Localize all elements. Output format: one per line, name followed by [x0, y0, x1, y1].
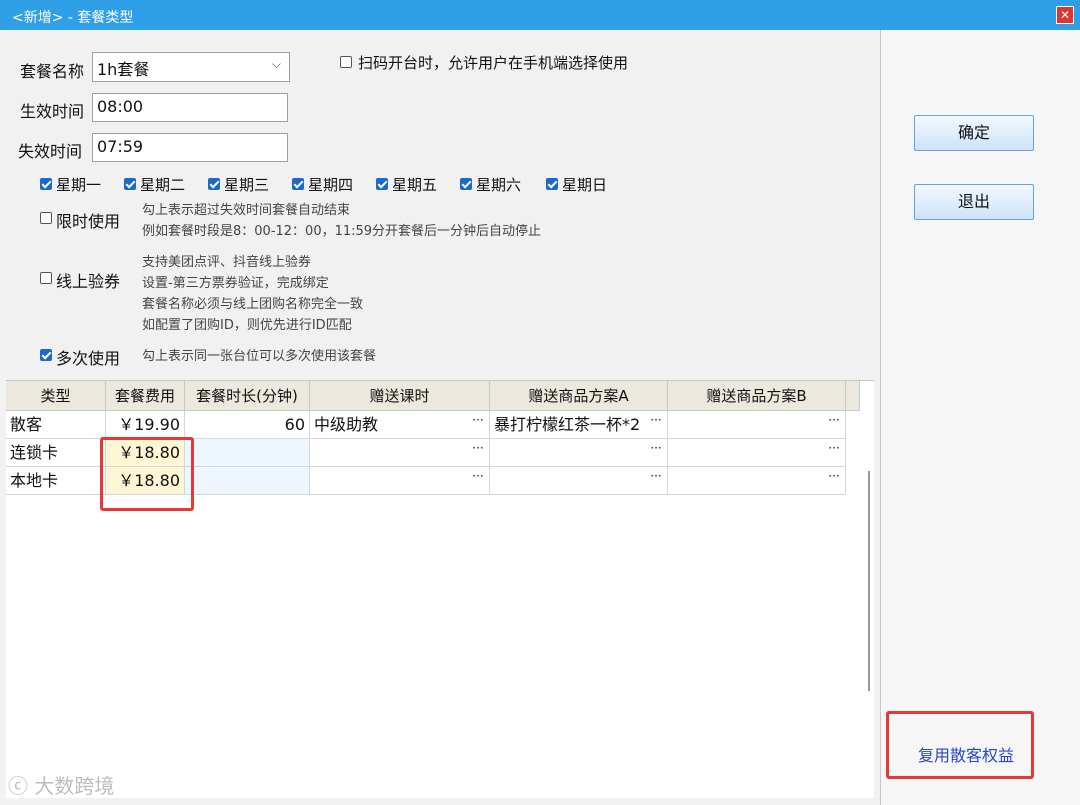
cell-type[interactable]: 散客	[6, 411, 106, 439]
weekday-label-sun: 星期日	[562, 176, 608, 194]
scan-option-checkbox[interactable]	[340, 56, 352, 68]
end-time-label: 失效时间	[18, 142, 83, 161]
limit-use-label: 限时使用	[56, 212, 121, 231]
watermark-logo-icon: ⓒ	[8, 774, 28, 798]
online-note-line: 支持美团点评、抖音线上验券	[142, 255, 312, 270]
start-time-label: 生效时间	[20, 102, 85, 121]
reuse-walkin-benefits-link[interactable]: 复用散客权益	[918, 742, 1014, 766]
ellipsis-button[interactable]: ···	[469, 442, 487, 457]
cell-goods-a[interactable]: ···	[490, 439, 668, 467]
limit-use-checkbox[interactable]	[40, 212, 52, 224]
chevron-down-icon: ⌵	[271, 57, 281, 71]
cell-duration[interactable]	[185, 467, 310, 495]
watermark-text: 大数跨境	[34, 774, 115, 798]
cell-type[interactable]: 连锁卡	[6, 439, 106, 467]
fee-highlight-box	[100, 437, 194, 511]
weekday-checkbox-mon[interactable]	[40, 178, 52, 190]
cell-duration[interactable]: 60	[185, 411, 310, 439]
ellipsis-button[interactable]: ···	[469, 414, 487, 429]
ellipsis-button[interactable]: ···	[825, 414, 843, 429]
weekday-checkbox-tue[interactable]	[124, 178, 136, 190]
close-button[interactable]: ✕	[1056, 6, 1074, 24]
ellipsis-button[interactable]: ···	[647, 414, 665, 429]
online-coupon-checkbox[interactable]	[40, 272, 52, 284]
weekday-label-wed: 星期三	[224, 176, 270, 194]
package-price-table: 类型 套餐费用 套餐时长(分钟) 赠送课时 赠送商品方案A 赠送商品方案B 散客…	[6, 380, 874, 798]
cell-lesson[interactable]: ···	[310, 439, 490, 467]
online-note-line: 设置-第三方票券验证，完成绑定	[142, 276, 329, 291]
limit-note-line: 例如套餐时段是8：00-12：00，11:59分开套餐后一分钟后自动停止	[142, 224, 542, 239]
cell-goods-b[interactable]: ···	[668, 467, 846, 495]
cell-goods-a-value: 暴打柠檬红茶一杯*2	[494, 415, 641, 434]
scan-option-label: 扫码开台时，允许用户在手机端选择使用	[358, 54, 629, 72]
vertical-scrollbar[interactable]	[868, 471, 870, 691]
cell-goods-a[interactable]: ···	[490, 467, 668, 495]
start-time-input[interactable]: 08:00	[92, 93, 288, 122]
ellipsis-button[interactable]: ···	[647, 470, 665, 485]
watermark: ⓒ 大数跨境	[8, 770, 114, 799]
weekday-label-thu: 星期四	[308, 176, 354, 194]
col-header-goods-a: 赠送商品方案A	[490, 381, 668, 411]
cell-lesson[interactable]: 中级助教 ···	[310, 411, 490, 439]
weekday-checkbox-sun[interactable]	[546, 178, 558, 190]
col-header-fee: 套餐费用	[106, 381, 185, 411]
cell-type[interactable]: 本地卡	[6, 467, 106, 495]
start-time-value: 08:00	[97, 97, 144, 116]
cell-lesson[interactable]: ···	[310, 467, 490, 495]
package-name-value: 1h套餐	[97, 60, 150, 79]
cell-goods-b[interactable]: ···	[668, 411, 846, 439]
cell-duration[interactable]	[185, 439, 310, 467]
col-header-lesson: 赠送课时	[310, 381, 490, 411]
weekday-checkbox-sat[interactable]	[460, 178, 472, 190]
online-note-line: 如配置了团购ID，则优先进行ID匹配	[142, 318, 352, 333]
multi-use-checkbox[interactable]	[40, 349, 52, 361]
confirm-button[interactable]: 确定	[914, 115, 1034, 151]
package-name-label: 套餐名称	[20, 62, 85, 81]
ellipsis-button[interactable]: ···	[825, 470, 843, 485]
limit-note-line: 勾上表示超过失效时间套餐自动结束	[142, 203, 351, 218]
package-name-select[interactable]: 1h套餐 ⌵	[92, 52, 290, 82]
weekday-label-fri: 星期五	[392, 176, 438, 194]
multi-use-note: 勾上表示同一张台位可以多次使用该套餐	[142, 349, 377, 364]
weekday-checkbox-fri[interactable]	[376, 178, 388, 190]
col-header-goods-b: 赠送商品方案B	[668, 381, 846, 411]
col-header-type: 类型	[6, 381, 106, 411]
online-coupon-notes: 支持美团点评、抖音线上验券 设置-第三方票券验证，完成绑定 套餐名称必须与线上团…	[142, 252, 363, 336]
cell-goods-b[interactable]: ···	[668, 439, 846, 467]
cell-fee[interactable]: ￥19.90	[106, 411, 185, 439]
end-time-input[interactable]: 07:59	[92, 133, 288, 162]
end-time-value: 07:59	[97, 137, 144, 156]
cell-lesson-value: 中级助教	[314, 415, 379, 434]
exit-button[interactable]: 退出	[914, 184, 1034, 220]
weekday-checkbox-thu[interactable]	[292, 178, 304, 190]
weekday-label-mon: 星期一	[56, 176, 102, 194]
window-title: <新增> - 套餐类型	[12, 10, 134, 26]
weekday-label-tue: 星期二	[140, 176, 186, 194]
weekday-label-sat: 星期六	[476, 176, 522, 194]
col-header-duration: 套餐时长(分钟)	[185, 381, 310, 411]
ellipsis-button[interactable]: ···	[469, 470, 487, 485]
weekday-checkbox-wed[interactable]	[208, 178, 220, 190]
online-coupon-label: 线上验券	[56, 272, 121, 291]
multi-use-label: 多次使用	[56, 349, 121, 368]
online-note-line: 套餐名称必须与线上团购名称完全一致	[142, 297, 364, 312]
ellipsis-button[interactable]: ···	[647, 442, 665, 457]
limit-use-notes: 勾上表示超过失效时间套餐自动结束 例如套餐时段是8：00-12：00，11:59…	[142, 200, 541, 242]
title-bar: <新增> - 套餐类型 ✕	[0, 0, 1080, 30]
ellipsis-button[interactable]: ···	[825, 442, 843, 457]
cell-goods-a[interactable]: 暴打柠檬红茶一杯*2 ···	[490, 411, 668, 439]
right-panel: 确定 退出 复用散客权益	[881, 30, 1080, 805]
main-panel: 套餐名称 1h套餐 ⌵ 扫码开台时，允许用户在手机端选择使用 生效时间 08:0…	[6, 30, 881, 805]
col-header-filler	[846, 381, 860, 411]
